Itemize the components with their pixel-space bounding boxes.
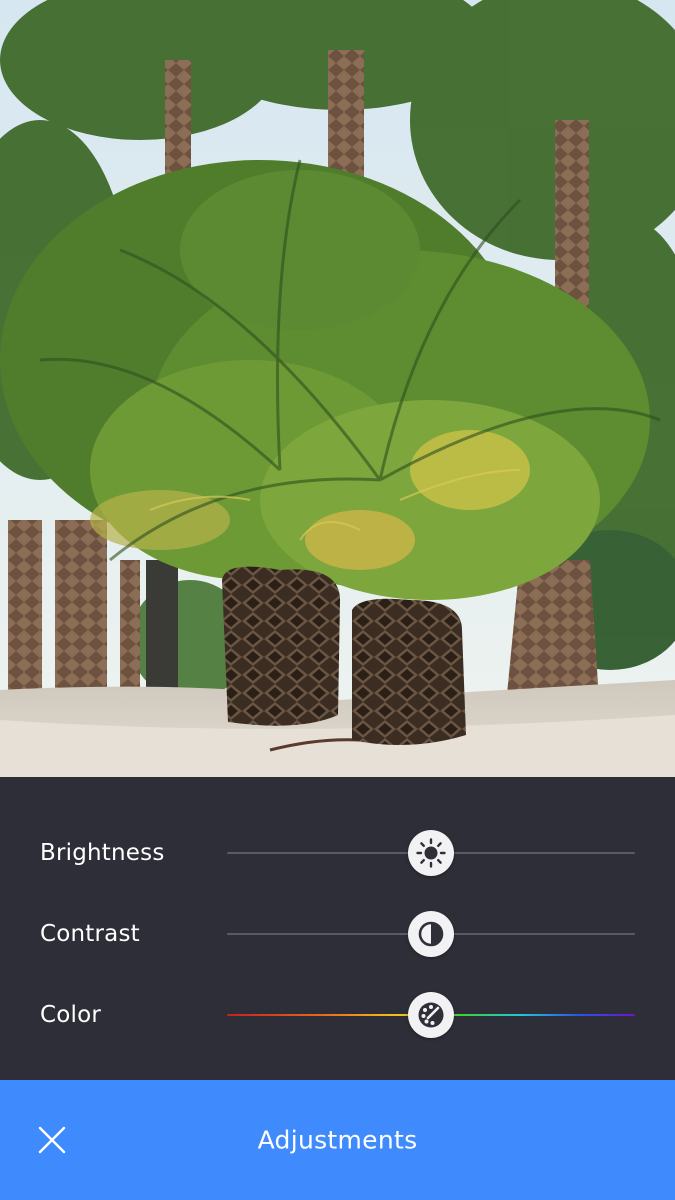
adjustments-panel: Brightness Contrast Color [0,777,675,1080]
sun-icon [416,838,446,868]
color-row: Color [0,985,675,1045]
toolbar-title: Adjustments [257,1125,418,1155]
color-label: Color [40,1002,102,1028]
bottom-toolbar: Adjustments [0,1080,675,1200]
palette-icon [418,1002,444,1028]
contrast-icon [418,921,444,947]
color-slider-knob[interactable] [408,992,454,1038]
contrast-slider-knob[interactable] [408,911,454,957]
photo-preview [0,0,675,777]
brightness-row: Brightness [0,823,675,883]
contrast-label: Contrast [40,921,140,947]
contrast-row: Contrast [0,904,675,964]
palm-trees-image [0,0,675,777]
brightness-slider-knob[interactable] [408,830,454,876]
brightness-label: Brightness [40,840,165,866]
